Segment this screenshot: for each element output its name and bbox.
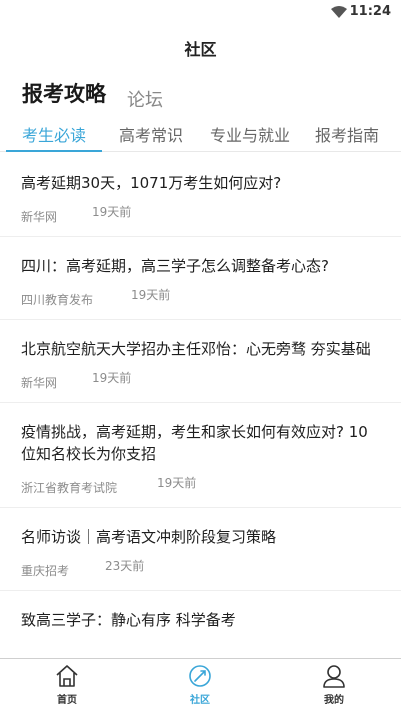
- article-title: 高考延期30天，1071万考生如何应对?: [21, 174, 282, 192]
- article-source: 新华网: [21, 376, 58, 390]
- article-meta: 重庆招考 23天前: [21, 559, 380, 578]
- article-source: 浙江省教育考试院: [21, 481, 118, 495]
- list-item[interactable]: 北京航空航天大学招办主任邓怡：心无旁骛 夯实基础 新华网 19天前: [0, 320, 401, 403]
- active-tab-indicator: [6, 150, 102, 152]
- status-bar: 11:24: [0, 0, 401, 26]
- list-item[interactable]: 四川：高考延期，高三学子怎么调整备考心态? 四川教育发布 19天前: [0, 237, 401, 320]
- article-time: 19天前: [92, 371, 132, 385]
- article-time: 19天前: [131, 288, 171, 302]
- bottom-nav-community[interactable]: 社区: [170, 663, 230, 706]
- list-item[interactable]: 疫情挑战，高考延期，考生和家长如何有效应对? 10位知名校长为你支招 浙江省教育…: [0, 403, 401, 508]
- list-item[interactable]: 名师访谈｜高考语文冲刺阶段复习策略 重庆招考 23天前: [0, 508, 401, 591]
- page-title: 社区: [184, 40, 217, 59]
- sub-tabs: 考生必读 高考常识 专业与就业 报考指南: [0, 118, 401, 152]
- article-time: 19天前: [92, 205, 132, 219]
- wifi-icon: [331, 6, 347, 18]
- article-meta: 浙江省教育考试院 19天前: [21, 476, 380, 495]
- bottom-nav-mine-label: 我的: [324, 695, 344, 706]
- bottom-nav-home[interactable]: 首页: [37, 663, 97, 706]
- article-source: 重庆招考: [21, 564, 70, 578]
- list-item[interactable]: 高考延期30天，1071万考生如何应对? 新华网 19天前: [0, 154, 401, 237]
- sub-tab-must-read[interactable]: 考生必读: [22, 122, 86, 146]
- article-title: 北京航空航天大学招办主任邓怡：心无旁骛 夯实基础: [21, 340, 371, 358]
- article-source: 新华网: [21, 210, 58, 224]
- bottom-nav-home-label: 首页: [57, 695, 77, 706]
- home-icon: [56, 665, 78, 687]
- community-icon: [189, 665, 211, 687]
- sub-tab-common-sense[interactable]: 高考常识: [119, 122, 183, 146]
- user-icon: [323, 665, 345, 688]
- bottom-nav: 首页 社区 我的: [0, 658, 401, 710]
- list-item[interactable]: 致高三学子：静心有序 科学备考: [0, 591, 401, 645]
- article-source: 四川教育发布: [21, 293, 94, 307]
- bottom-nav-mine[interactable]: 我的: [304, 663, 364, 706]
- article-time: 23天前: [105, 559, 145, 573]
- article-meta: 新华网 19天前: [21, 371, 380, 390]
- tab-exam-guide[interactable]: 报考攻略: [22, 78, 106, 108]
- article-title: 名师访谈｜高考语文冲刺阶段复习策略: [21, 528, 277, 546]
- article-time: 19天前: [157, 476, 197, 490]
- tab-forum[interactable]: 论坛: [127, 86, 163, 112]
- article-meta: 四川教育发布 19天前: [21, 288, 380, 307]
- article-meta: 新华网 19天前: [21, 205, 380, 224]
- article-title: 四川：高考延期，高三学子怎么调整备考心态?: [21, 257, 329, 275]
- sub-tab-major-career[interactable]: 专业与就业: [210, 122, 290, 146]
- article-title: 致高三学子：静心有序 科学备考: [21, 611, 236, 629]
- article-title: 疫情挑战，高考延期，考生和家长如何有效应对? 10位知名校长为你支招: [21, 423, 368, 463]
- bottom-nav-community-label: 社区: [190, 695, 210, 706]
- status-time: 11:24: [349, 4, 391, 19]
- article-list: 高考延期30天，1071万考生如何应对? 新华网 19天前 四川：高考延期，高三…: [0, 154, 401, 645]
- sub-tab-application-guide[interactable]: 报考指南: [315, 122, 379, 146]
